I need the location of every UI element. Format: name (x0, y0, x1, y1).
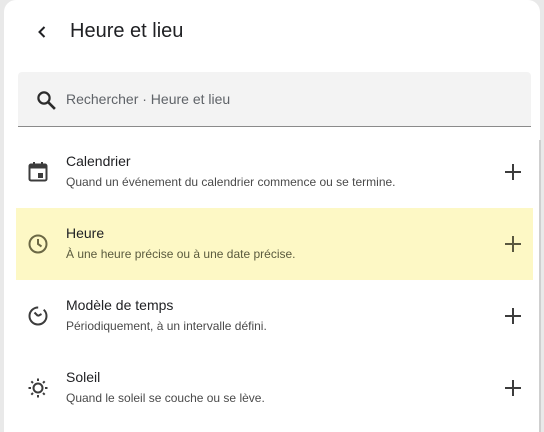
chevron-left-icon (38, 26, 46, 38)
item-subtitle: Quand un événement du calendrier commenc… (66, 175, 396, 189)
list-item-heure[interactable]: Heure À une heure précise ou à une date … (16, 208, 533, 280)
add-icon[interactable] (502, 233, 524, 255)
item-title: Soleil (66, 369, 101, 385)
scrollbar[interactable] (539, 140, 541, 432)
item-subtitle: À une heure précise ou à une date précis… (66, 247, 296, 261)
search-field[interactable] (18, 72, 531, 127)
back-button[interactable] (26, 16, 58, 48)
search-input[interactable] (66, 72, 506, 126)
clock-icon (28, 234, 48, 254)
add-icon[interactable] (502, 377, 524, 399)
item-title: Calendrier (66, 153, 131, 169)
item-title: Heure (66, 225, 105, 241)
calendar-icon (28, 162, 48, 182)
add-icon[interactable] (502, 305, 524, 327)
list-item-soleil[interactable]: Soleil Quand le soleil se couche ou se l… (16, 352, 533, 424)
sun-icon (28, 378, 48, 398)
list-item-modele-de-temps[interactable]: Modèle de temps Périodiquement, à un int… (16, 280, 533, 352)
dialog-header: Heure et lieu (4, 0, 540, 62)
item-subtitle: Quand le soleil se couche ou se lève. (66, 391, 265, 405)
search-icon (37, 91, 56, 110)
timer-pattern-icon (28, 306, 48, 326)
page-title: Heure et lieu (70, 20, 184, 42)
list-item-calendrier[interactable]: Calendrier Quand un événement du calendr… (16, 136, 533, 208)
dialog: Heure et lieu Calendrier Quand un événem… (4, 0, 540, 432)
item-title: Modèle de temps (66, 297, 174, 313)
item-subtitle: Périodiquement, à un intervalle défini. (66, 319, 267, 333)
add-icon[interactable] (502, 161, 524, 183)
